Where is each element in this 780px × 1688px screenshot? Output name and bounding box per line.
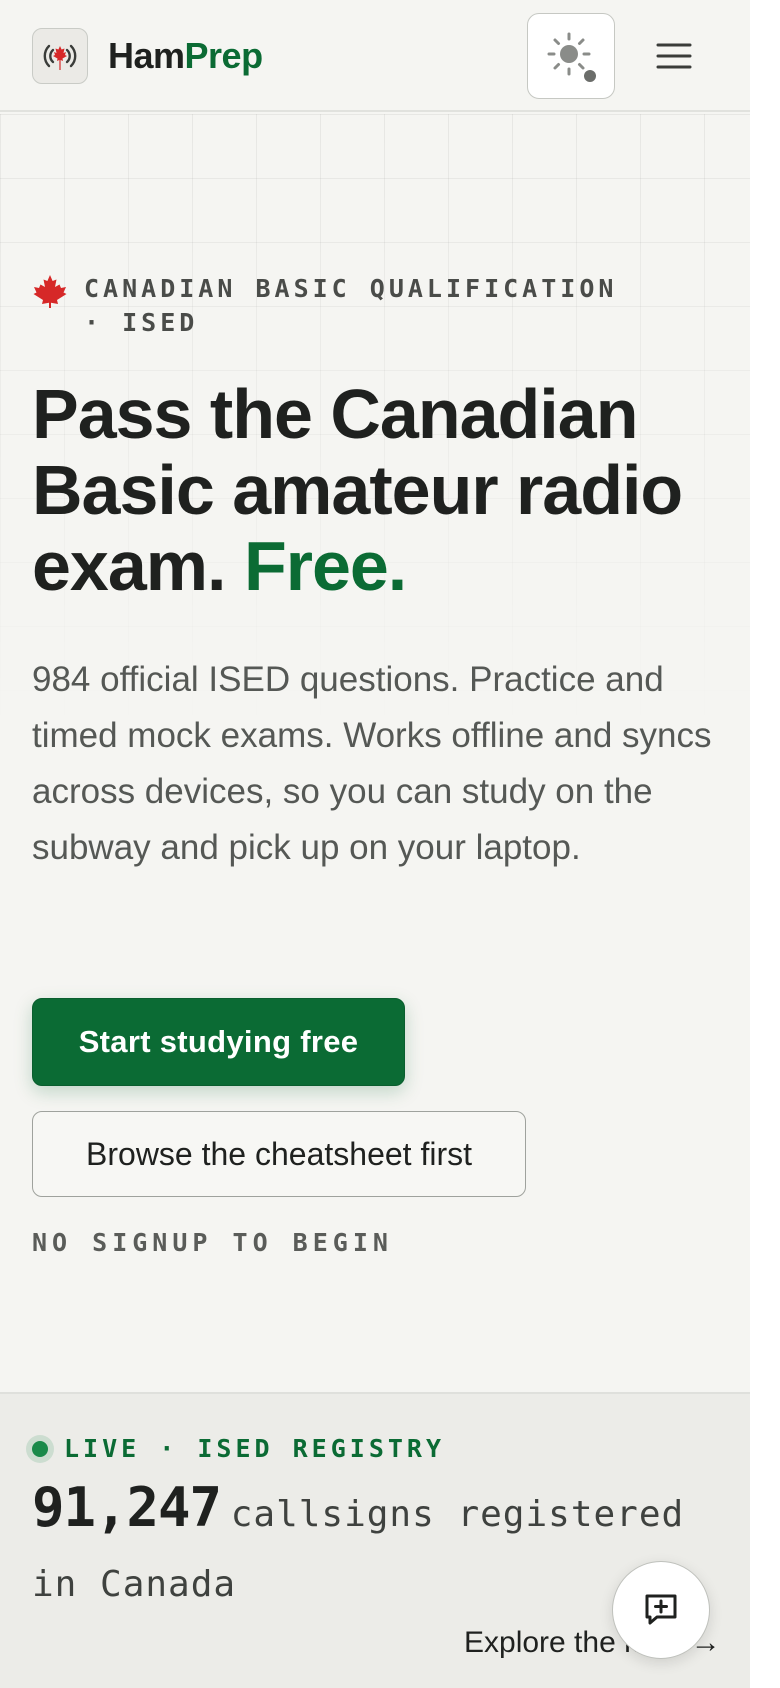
logo[interactable] — [32, 28, 88, 84]
brand-ham: Ham — [108, 35, 185, 76]
live-label: LIVE · ISED REGISTRY — [64, 1434, 446, 1463]
hero-eyebrow: CANADIAN BASIC QUALIFICATION · ISED — [32, 272, 672, 340]
maple-leaf-icon — [33, 275, 67, 308]
brand-name[interactable]: HamPrep — [108, 34, 263, 78]
hero-description: 984 official ISED questions. Practice an… — [32, 660, 712, 867]
live-indicator: LIVE · ISED REGISTRY — [32, 1434, 445, 1463]
content: HamPrep CANADIAN BASIC QUALIFICATION · I… — [0, 0, 750, 1688]
brand-prep: Prep — [184, 35, 264, 76]
eyebrow-text: CANADIAN BASIC QUALIFICATION · ISED — [84, 274, 618, 337]
hamburger-menu-icon — [656, 43, 692, 69]
top-bar: HamPrep — [0, 0, 750, 112]
menu-button[interactable] — [648, 30, 700, 82]
feedback-button[interactable] — [612, 1561, 710, 1659]
radio-tower-maple-leaf-icon — [43, 44, 77, 70]
headline-accent: Free. — [243, 527, 407, 605]
callsign-count-number: 91,247 — [32, 1476, 222, 1539]
browse-cheatsheet-button[interactable]: Browse the cheatsheet first — [32, 1111, 526, 1197]
page: HamPrep CANADIAN BASIC QUALIFICATION · I… — [0, 0, 780, 1688]
page-title: Pass the Canadian Basic amateur radio ex… — [32, 376, 732, 604]
no-signup-note: NO SIGNUP TO BEGIN — [32, 1228, 393, 1257]
start-studying-button[interactable]: Start studying free — [32, 998, 405, 1086]
theme-toggle-button[interactable] — [527, 13, 615, 99]
message-plus-icon — [645, 1594, 677, 1625]
live-dot-icon — [32, 1440, 48, 1457]
sun-icon — [547, 32, 596, 82]
